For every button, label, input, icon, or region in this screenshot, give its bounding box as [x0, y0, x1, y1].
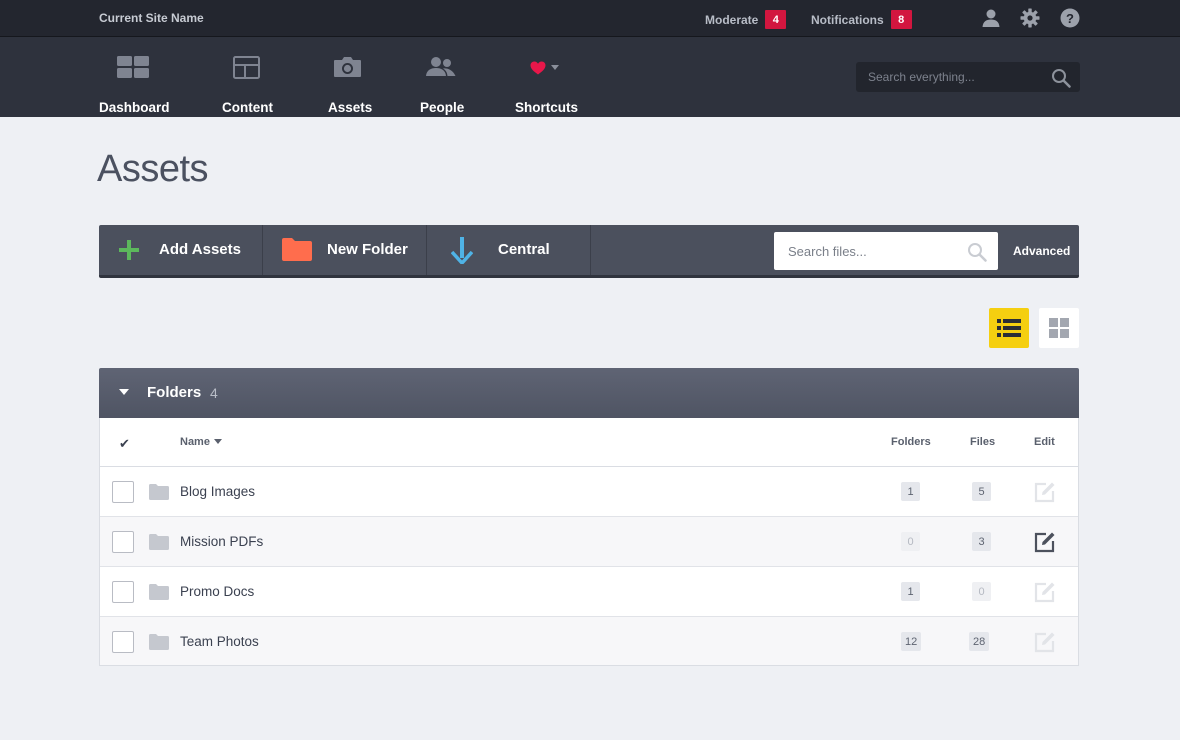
folders-title: Folders — [147, 384, 202, 401]
add-assets-button[interactable]: Add Assets — [99, 225, 263, 275]
folder-name[interactable]: Blog Images — [180, 484, 255, 499]
table-row: Mission PDFs 0 3 — [100, 517, 1078, 567]
folders-count: 4 — [210, 385, 218, 401]
list-icon — [997, 319, 1021, 337]
select-all-check-icon[interactable]: ✔ — [119, 436, 130, 452]
name-column-label: Name — [180, 436, 210, 448]
table-row: Blog Images 1 5 — [100, 467, 1078, 517]
row-checkbox[interactable] — [112, 581, 134, 603]
central-label: Central — [498, 241, 550, 258]
dashboard-icon — [117, 56, 149, 78]
notifications-link[interactable]: Notifications 8 — [811, 10, 912, 29]
row-checkbox[interactable] — [112, 631, 134, 653]
row-checkbox[interactable] — [112, 481, 134, 503]
moderate-badge: 4 — [765, 10, 787, 29]
nav-content-label: Content — [222, 100, 273, 115]
file-count: 0 — [972, 582, 991, 601]
help-icon[interactable]: ? — [1060, 8, 1080, 28]
svg-text:?: ? — [1066, 11, 1074, 26]
notifications-label: Notifications — [811, 12, 884, 27]
file-search-input[interactable] — [774, 232, 959, 270]
nav-shortcuts-label: Shortcuts — [515, 100, 579, 115]
folder-name[interactable]: Team Photos — [180, 634, 259, 649]
plus-icon — [119, 240, 139, 260]
gear-icon[interactable] — [1020, 8, 1040, 28]
nav-people[interactable]: People — [420, 53, 464, 115]
grid-icon — [1049, 318, 1069, 338]
files-column-header: Files — [970, 436, 996, 448]
folder-name[interactable]: Mission PDFs — [180, 534, 263, 549]
edit-icon[interactable] — [1034, 481, 1056, 503]
nav-people-label: People — [420, 100, 465, 115]
folder-icon — [282, 238, 312, 261]
sort-desc-icon — [213, 439, 222, 444]
assets-toolbar: Add Assets New Folder Central Advanced — [99, 225, 1079, 278]
folder-icon — [149, 484, 169, 500]
user-icon[interactable] — [981, 8, 1001, 28]
edit-icon[interactable] — [1034, 581, 1056, 603]
file-count: 28 — [969, 632, 990, 651]
main-nav: Dashboard Content Assets People Shortcut… — [0, 37, 1180, 117]
folders-table: ✔ Name Folders Files Edit Blog Images 1 … — [99, 418, 1079, 666]
nav-dashboard-label: Dashboard — [99, 100, 170, 115]
nav-assets-label: Assets — [328, 100, 373, 115]
table-header: ✔ Name Folders Files Edit — [100, 418, 1078, 467]
notifications-badge: 8 — [890, 10, 912, 29]
advanced-search-link[interactable]: Advanced — [1013, 244, 1070, 258]
nav-dashboard[interactable]: Dashboard — [99, 53, 170, 115]
folder-icon — [149, 534, 169, 550]
list-view-button[interactable] — [989, 308, 1029, 348]
edit-icon[interactable] — [1034, 631, 1056, 653]
nav-content[interactable]: Content — [222, 53, 273, 115]
search-icon[interactable] — [967, 242, 987, 262]
table-row: Team Photos 12 28 — [100, 617, 1078, 665]
folder-name[interactable]: Promo Docs — [180, 584, 254, 599]
collapse-caret-icon[interactable] — [119, 389, 129, 395]
edit-icon[interactable] — [1034, 531, 1056, 553]
table-row: Promo Docs 1 0 — [100, 567, 1078, 617]
subfolder-count: 12 — [901, 632, 922, 651]
moderate-label: Moderate — [705, 12, 759, 27]
people-icon — [426, 57, 456, 76]
folder-icon — [149, 634, 169, 650]
heart-icon — [530, 61, 546, 75]
arrow-down-icon — [451, 237, 473, 264]
nav-assets[interactable]: Assets — [328, 53, 372, 115]
nav-shortcuts[interactable]: Shortcuts — [515, 53, 578, 115]
moderate-link[interactable]: Moderate 4 — [705, 10, 787, 29]
new-folder-button[interactable]: New Folder — [263, 225, 427, 275]
edit-column-header: Edit — [1034, 436, 1055, 448]
page-title: Assets — [97, 148, 209, 190]
name-column-header[interactable]: Name — [180, 436, 222, 448]
file-count: 3 — [972, 532, 991, 551]
new-folder-label: New Folder — [327, 241, 408, 258]
row-checkbox[interactable] — [112, 531, 134, 553]
chevron-down-icon — [551, 65, 559, 70]
subfolder-count: 1 — [901, 482, 920, 501]
global-search-input[interactable] — [856, 62, 1046, 92]
folders-panel-header: Folders 4 — [99, 368, 1079, 418]
file-search — [774, 232, 998, 270]
layout-icon — [233, 56, 260, 79]
site-name[interactable]: Current Site Name — [99, 11, 204, 25]
file-count: 5 — [972, 482, 991, 501]
add-assets-label: Add Assets — [159, 241, 241, 258]
search-icon[interactable] — [1051, 68, 1071, 88]
folders-column-header: Folders — [891, 436, 931, 448]
subfolder-count: 1 — [901, 582, 920, 601]
subfolder-count: 0 — [901, 532, 920, 551]
camera-icon — [334, 57, 361, 77]
folder-icon — [149, 584, 169, 600]
top-bar: Current Site Name Moderate 4 Notificatio… — [0, 0, 1180, 37]
grid-view-button[interactable] — [1039, 308, 1079, 348]
central-button[interactable]: Central — [427, 225, 591, 275]
global-search — [856, 62, 1080, 92]
